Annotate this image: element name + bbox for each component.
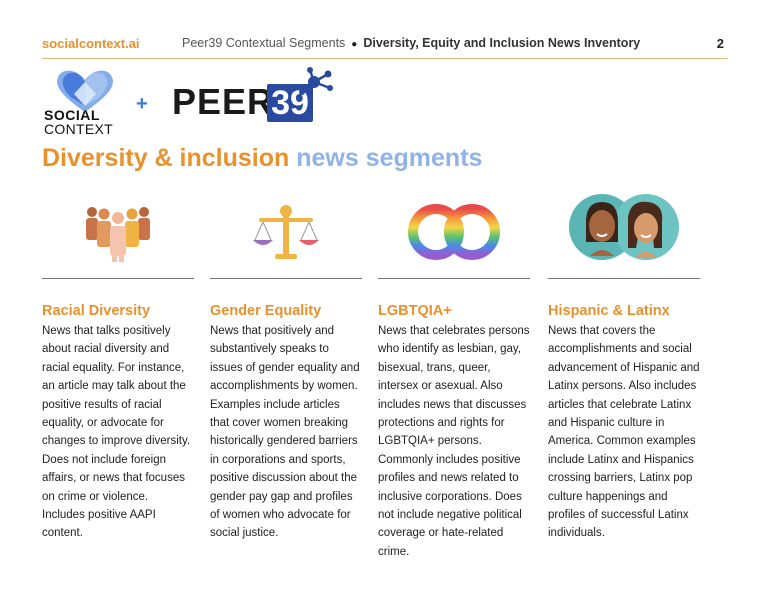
segment-gender-equality: Gender Equality News that positively and… bbox=[210, 196, 362, 543]
balance-scale-icon bbox=[253, 205, 319, 259]
segment-heading: Gender Equality bbox=[210, 303, 322, 319]
logo-row: SOCIAL CONTEXT + PEER 39 bbox=[42, 66, 342, 138]
social-context-logo: SOCIAL CONTEXT bbox=[42, 66, 122, 138]
breadcrumb-page: Diversity, Equity and Inclusion News Inv… bbox=[363, 36, 641, 50]
people-group-icon bbox=[86, 207, 150, 262]
segment-heading: LGBTQIA+ bbox=[378, 303, 452, 319]
plus-sign: + bbox=[136, 93, 148, 115]
segment-heading: Racial Diversity bbox=[42, 303, 151, 319]
page-header: socialcontext.ai Peer39 Contextual Segme… bbox=[42, 36, 726, 60]
segment-description: News that positively and substantively s… bbox=[210, 325, 360, 540]
segment-hispanic-latinx: Hispanic & Latinx News that covers the a… bbox=[548, 194, 700, 543]
segment-description: News that covers the accomplishments and… bbox=[548, 325, 700, 540]
title-part1: Diversity & inclusion bbox=[42, 144, 290, 172]
segment-description: News that talks positively about racial … bbox=[42, 325, 191, 540]
segment-divider bbox=[42, 278, 194, 279]
peer39-wordmark: PEER bbox=[172, 81, 275, 122]
peer39-logo: PEER 39 bbox=[172, 66, 342, 126]
bullet-separator-icon: ● bbox=[351, 39, 358, 50]
segment-divider bbox=[210, 278, 362, 279]
segment-divider bbox=[548, 278, 700, 279]
segment-divider bbox=[378, 278, 530, 279]
social-logo-line2: CONTEXT bbox=[44, 121, 113, 137]
breadcrumb: Peer39 Contextual Segments ● Diversity, Eq… bbox=[182, 36, 640, 50]
two-faces-icon bbox=[569, 194, 679, 260]
segment-racial-diversity: Racial Diversity News that talks positiv… bbox=[42, 196, 194, 543]
segment-heading: Hispanic & Latinx bbox=[548, 303, 670, 319]
rainbow-rings-icon bbox=[408, 204, 500, 260]
page-title: Diversity & inclusion news segments bbox=[42, 144, 482, 173]
brand-name[interactable]: socialcontext.ai bbox=[42, 36, 140, 51]
segment-description: News that celebrates persons who identif… bbox=[378, 325, 530, 558]
title-part2: news segments bbox=[296, 144, 483, 172]
header-divider bbox=[42, 58, 728, 59]
network-nodes-icon bbox=[299, 67, 333, 95]
page-number: 2 bbox=[716, 36, 724, 51]
breadcrumb-section: Peer39 Contextual Segments bbox=[182, 36, 346, 50]
segment-lgbtqia: LGBTQIA+ News that celebrates persons wh… bbox=[378, 196, 530, 561]
